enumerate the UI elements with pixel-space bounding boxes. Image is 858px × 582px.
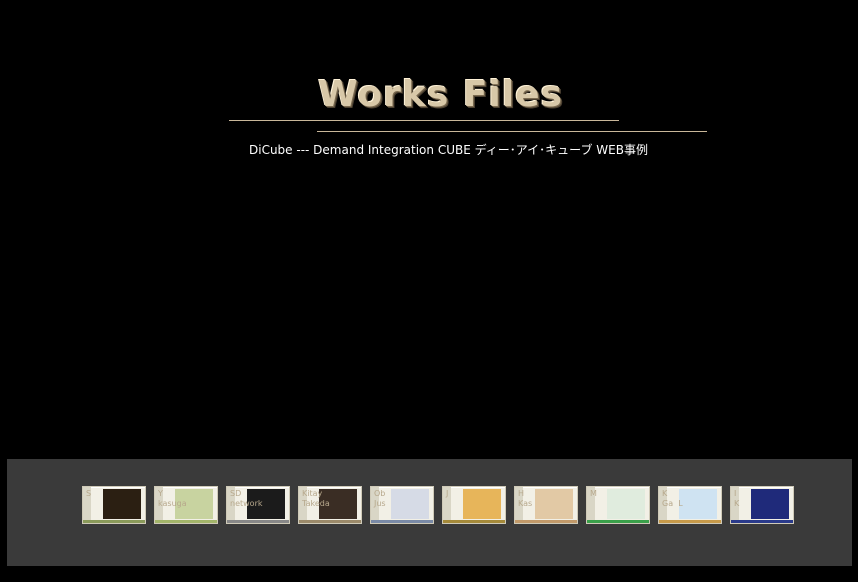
thumbnail-image — [679, 489, 717, 519]
thumbnail-accent — [659, 520, 721, 523]
work-thumbnail[interactable]: J — [442, 486, 506, 524]
thumbnail-label: K Ga L — [662, 489, 683, 508]
thumbnail-accent — [227, 520, 289, 523]
work-thumbnail[interactable]: I K — [730, 486, 794, 524]
work-thumbnail[interactable]: M — [586, 486, 650, 524]
thumbnail-accent — [587, 520, 649, 523]
thumbnail-accent — [299, 520, 361, 523]
thumbnail-label: Ob Jus — [374, 489, 386, 508]
thumbnail-image — [103, 489, 141, 519]
thumbnail-image — [535, 489, 573, 519]
thumbnail-label: Kitay Takeda — [302, 489, 330, 508]
title-divider-top — [229, 120, 619, 121]
thumbnail-accent — [515, 520, 577, 523]
thumbnail-strip: S Y kasuga SD network Kitay Takeda Ob Jus J H … — [82, 486, 794, 524]
work-thumbnail[interactable]: K Ga L — [658, 486, 722, 524]
thumbnail-label: M — [590, 489, 597, 498]
title-divider-bottom — [317, 131, 707, 132]
thumbnail-image — [463, 489, 501, 519]
thumbnail-image — [391, 489, 429, 519]
work-thumbnail[interactable]: H Kas — [514, 486, 578, 524]
thumbnail-accent — [731, 520, 793, 523]
thumbnail-accent — [443, 520, 505, 523]
page: Works Files DiCube --- Demand Integratio… — [0, 0, 858, 582]
thumbnail-label: I K — [734, 489, 740, 508]
thumbnail-panel: S Y kasuga SD network Kitay Takeda Ob Jus J H … — [7, 459, 852, 566]
work-thumbnail[interactable]: Kitay Takeda — [298, 486, 362, 524]
work-thumbnail[interactable]: Ob Jus — [370, 486, 434, 524]
thumbnail-accent — [83, 520, 145, 523]
thumbnail-accent — [155, 520, 217, 523]
work-thumbnail[interactable]: S — [82, 486, 146, 524]
work-thumbnail[interactable]: Y kasuga — [154, 486, 218, 524]
thumbnail-label: Y kasuga — [158, 489, 187, 508]
page-title: Works Files — [318, 74, 563, 115]
thumbnail-label: J — [446, 489, 449, 498]
thumbnail-label: SD network — [230, 489, 263, 508]
work-thumbnail[interactable]: SD network — [226, 486, 290, 524]
thumbnail-label: H Kas — [518, 489, 533, 508]
thumbnail-label: S — [86, 489, 92, 498]
thumbnail-accent — [371, 520, 433, 523]
thumbnail-image — [607, 489, 645, 519]
thumbnail-image — [751, 489, 789, 519]
page-subtitle: DiCube --- Demand Integration CUBE ディー･ア… — [249, 143, 648, 157]
